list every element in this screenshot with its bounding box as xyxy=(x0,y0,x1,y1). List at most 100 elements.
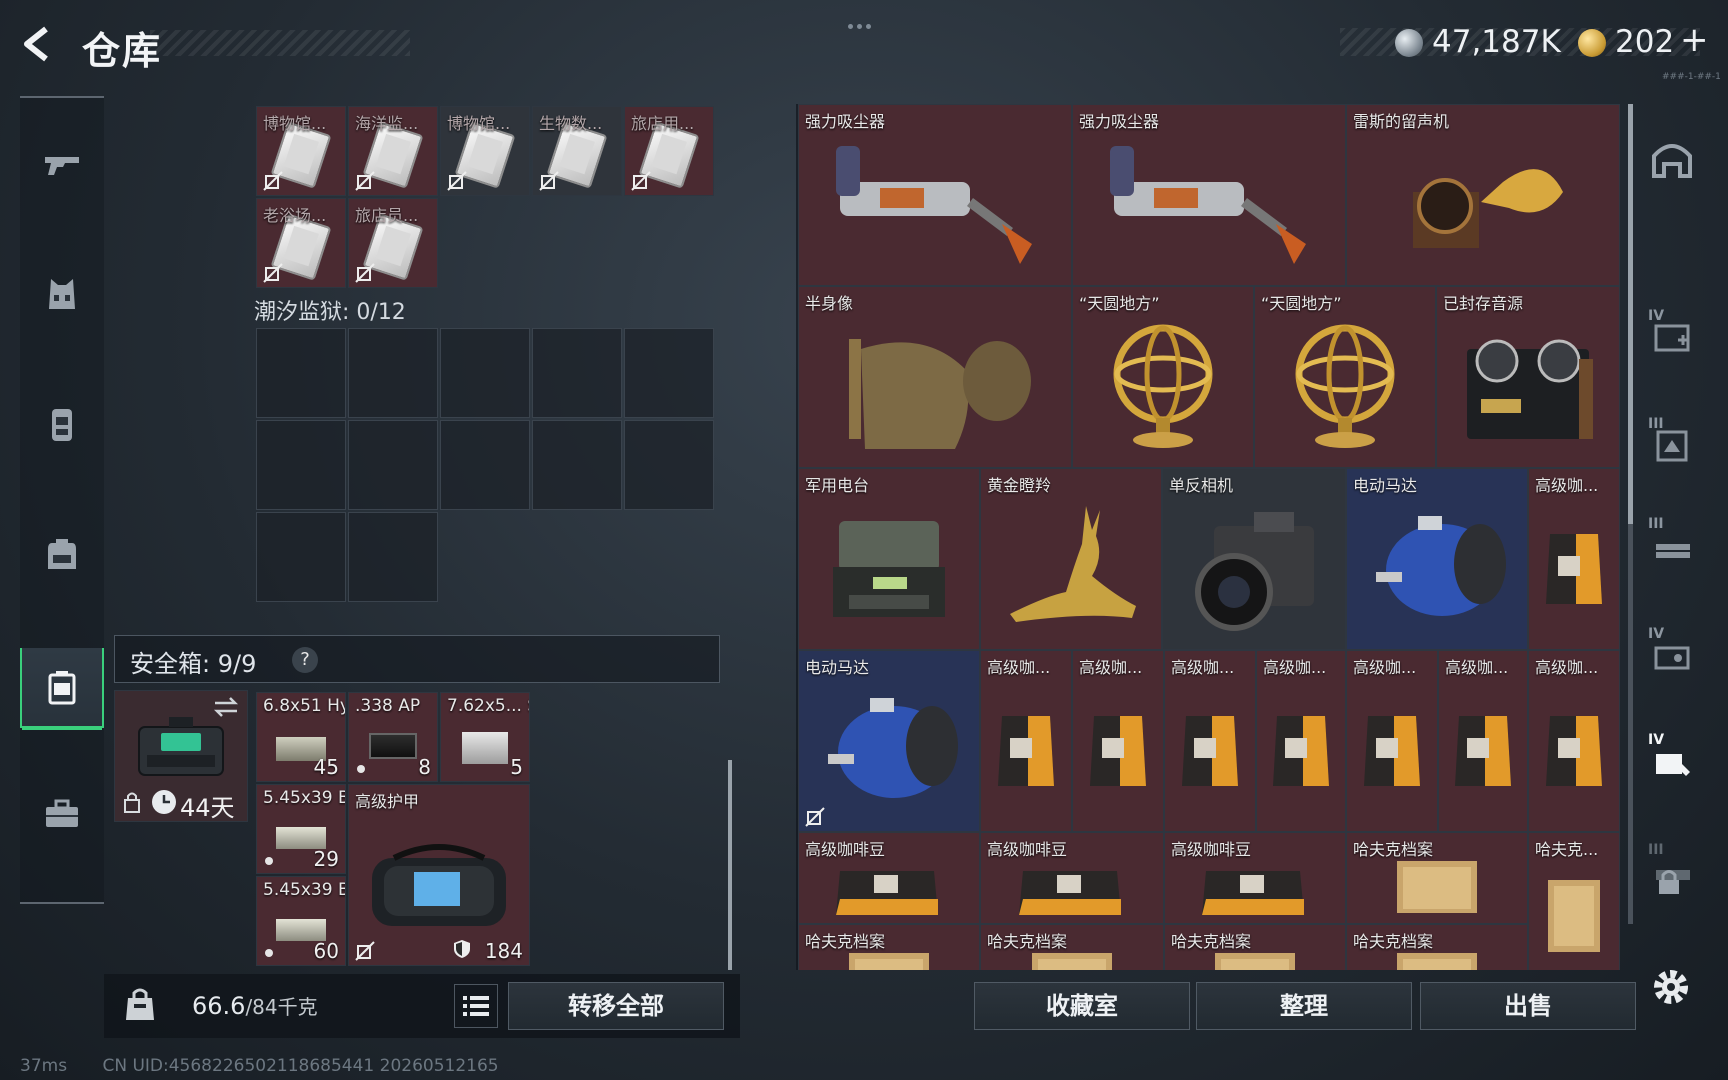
level-label: IV xyxy=(1648,732,1665,748)
empty-slot xyxy=(440,328,530,418)
collection-room-button[interactable]: 收藏室 xyxy=(974,982,1190,1030)
storage-item[interactable]: 高级咖... xyxy=(1256,650,1346,832)
help-button[interactable]: ? xyxy=(292,647,318,673)
item-name: 7.62x5... SNB xyxy=(447,696,529,716)
storage-item[interactable]: 单反相机 xyxy=(1162,468,1346,650)
storage-nav-item-active[interactable]: IV xyxy=(1636,724,1708,796)
storage-item[interactable]: 高级咖... xyxy=(1528,468,1620,650)
storage-item[interactable]: 高级咖... xyxy=(1528,650,1620,832)
left-nav xyxy=(20,96,104,904)
empty-slot xyxy=(440,420,530,510)
pouch-item[interactable]: 老浴场... xyxy=(256,198,346,288)
safe-box-label: 安全箱: 9/9 xyxy=(130,650,257,678)
storage-nav-vault[interactable] xyxy=(1636,124,1708,196)
nav-briefcase[interactable] xyxy=(20,774,104,854)
nav-rig[interactable] xyxy=(20,384,104,464)
nav-safe-container[interactable] xyxy=(20,648,104,730)
no-sale-icon xyxy=(539,171,559,191)
storage-item[interactable]: 高级咖... xyxy=(980,650,1072,832)
back-arrow-icon[interactable] xyxy=(20,26,56,62)
item-name: 高级咖啡豆 xyxy=(987,840,1068,859)
item-name: 高级咖... xyxy=(1263,658,1327,677)
ammo-item[interactable]: 6.8x51 Hybrid 45 xyxy=(256,692,346,782)
item-name: 高级咖... xyxy=(1353,658,1417,677)
weight-bag-icon xyxy=(126,988,154,1020)
storage-item[interactable]: 哈夫克档案 xyxy=(1164,924,1346,970)
ammo-item[interactable]: 5.45x39 BS 29 xyxy=(256,784,346,874)
list-view-button[interactable] xyxy=(454,984,498,1028)
no-sale-icon xyxy=(263,263,283,283)
storage-item[interactable]: 高级咖... xyxy=(1438,650,1528,832)
ammo-box-icon xyxy=(369,732,417,759)
gun-icon xyxy=(45,157,79,175)
pouch-item[interactable]: 博物馆... xyxy=(440,106,530,196)
item-name: 强力吸尘器 xyxy=(1079,112,1160,131)
storage-item[interactable]: 高级咖啡豆 xyxy=(798,832,980,924)
nav-backpack[interactable] xyxy=(20,514,104,594)
storage-item[interactable]: 半身像 xyxy=(798,286,1072,468)
settings-gear-icon[interactable] xyxy=(1648,964,1694,1010)
storage-item[interactable]: 高级咖啡豆 xyxy=(1164,832,1346,924)
storage-item[interactable]: 电动马达 xyxy=(1346,468,1528,650)
storage-item[interactable]: “天圆地方” xyxy=(1072,286,1254,468)
storage-item[interactable]: 黄金瞪羚 xyxy=(980,468,1162,650)
armor-item[interactable]: 高级护甲 184 xyxy=(348,784,530,966)
drag-grip[interactable] xyxy=(848,14,882,29)
storage-item[interactable]: 高级咖啡豆 xyxy=(980,832,1164,924)
pouch-item[interactable]: 旅店员... xyxy=(348,198,438,288)
ammo-item[interactable]: .338 AP 8 xyxy=(348,692,438,782)
nav-weapon[interactable] xyxy=(20,124,104,204)
empty-slot xyxy=(348,328,438,418)
storage-item[interactable]: 军用电台 xyxy=(798,468,980,650)
safe-box-duration: 44天 xyxy=(180,794,235,822)
item-name: 军用电台 xyxy=(805,476,870,495)
storage-item[interactable]: 哈夫克档案 xyxy=(980,924,1164,970)
item-quantity: 5 xyxy=(510,755,523,779)
storage-nav-item[interactable]: IV xyxy=(1636,300,1708,372)
storage-item[interactable]: 强力吸尘器 xyxy=(1072,104,1346,286)
pouch-item[interactable]: 海洋监... xyxy=(348,106,438,196)
storage-item[interactable]: 哈夫克档案 xyxy=(1346,924,1528,970)
dossier-folder-icon xyxy=(1032,953,1112,970)
sell-button[interactable]: 出售 xyxy=(1420,982,1636,1030)
storage-item[interactable]: 高级咖... xyxy=(1072,650,1164,832)
storage-item[interactable]: 强力吸尘器 xyxy=(798,104,1072,286)
no-sale-icon xyxy=(355,941,375,961)
storage-nav-item[interactable]: III xyxy=(1636,508,1708,580)
organize-button[interactable]: 整理 xyxy=(1196,982,1412,1030)
item-name: 高级咖啡豆 xyxy=(805,840,886,859)
ammo-item[interactable]: 5.45x39 BS 60 xyxy=(256,876,346,966)
storage-item[interactable]: 哈夫克档案 xyxy=(798,924,980,970)
item-name: 高级咖... xyxy=(1079,658,1143,677)
storage-nav-item[interactable]: III xyxy=(1636,408,1708,480)
stack-dot xyxy=(357,765,365,773)
page-title: 仓库 xyxy=(82,29,163,73)
storage-item[interactable]: 哈夫克... xyxy=(1528,832,1620,970)
level-label: III xyxy=(1648,416,1664,432)
storage-scrollbar-thumb[interactable] xyxy=(1628,104,1633,524)
item-name: 哈夫克档案 xyxy=(1171,932,1252,951)
storage-item[interactable]: 哈夫克档案 xyxy=(1346,832,1528,924)
armillary-sphere-icon xyxy=(1113,324,1213,449)
empty-slot xyxy=(256,420,346,510)
storage-nav-item[interactable]: IV xyxy=(1636,618,1708,690)
empty-slot xyxy=(256,328,346,418)
ammo-item[interactable]: 7.62x5... SNB 5 xyxy=(440,692,530,782)
storage-item[interactable]: 高级咖... xyxy=(1164,650,1256,832)
pouch-item[interactable]: 旅店用... xyxy=(624,106,714,196)
storage-item[interactable]: 雷斯的留声机 xyxy=(1346,104,1620,286)
pouch-item[interactable]: 生物数... xyxy=(532,106,622,196)
storage-item[interactable]: “天圆地方” xyxy=(1254,286,1436,468)
swap-icon[interactable] xyxy=(213,697,239,717)
left-scrollbar[interactable] xyxy=(728,760,732,970)
no-sale-icon xyxy=(263,171,283,191)
storage-item[interactable]: 已封存音源 xyxy=(1436,286,1620,468)
electric-motor-icon xyxy=(828,698,958,799)
storage-item[interactable]: 电动马达 xyxy=(798,650,980,832)
pouch-item[interactable]: 博物馆... xyxy=(256,106,346,196)
transfer-all-button[interactable]: 转移全部 xyxy=(508,982,724,1030)
add-currency-button[interactable]: + xyxy=(1680,20,1709,60)
storage-item[interactable]: 高级咖... xyxy=(1346,650,1438,832)
item-name: 博物馆... xyxy=(447,114,511,133)
nav-armor[interactable] xyxy=(20,254,104,334)
